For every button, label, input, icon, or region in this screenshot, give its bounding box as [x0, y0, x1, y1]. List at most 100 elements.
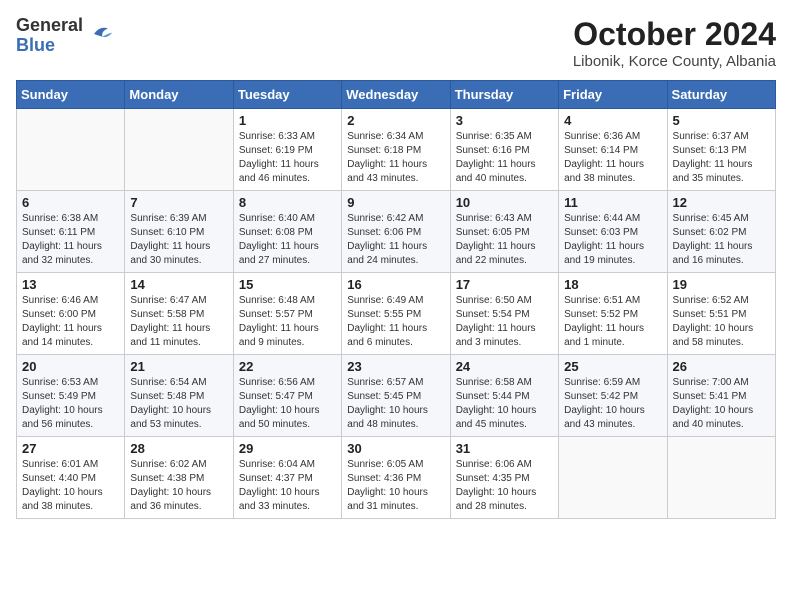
- cell-details: Sunrise: 6:46 AMSunset: 6:00 PMDaylight:…: [22, 294, 119, 350]
- cell-details: Sunrise: 6:48 AMSunset: 5:57 PMDaylight:…: [239, 294, 336, 350]
- cell-details: Sunrise: 6:59 AMSunset: 5:42 PMDaylight:…: [564, 376, 661, 432]
- calendar-cell: 1 Sunrise: 6:33 AMSunset: 6:19 PMDaylight…: [233, 109, 341, 191]
- day-number: 7: [130, 195, 227, 210]
- calendar-week-3: 13 Sunrise: 6:46 AMSunset: 6:00 PMDayligh…: [17, 273, 776, 355]
- calendar-cell: 2 Sunrise: 6:34 AMSunset: 6:18 PMDaylight…: [342, 109, 450, 191]
- calendar-cell: 11Sunrise: 6:44 AMSunset: 6:03 PMDayligh…: [559, 191, 667, 273]
- calendar-cell: 17 Sunrise: 6:50 AMSunset: 5:54 PMDayligh…: [450, 273, 558, 355]
- calendar-cell: 19 Sunrise: 6:52 AMSunset: 5:51 PMDayligh…: [667, 273, 775, 355]
- calendar-cell: 4 Sunrise: 6:36 AMSunset: 6:14 PMDaylight…: [559, 109, 667, 191]
- day-number: 18: [564, 277, 661, 292]
- cell-details: Sunrise: 6:52 AMSunset: 5:51 PMDaylight:…: [673, 294, 770, 350]
- calendar-week-4: 20Sunrise: 6:53 AMSunset: 5:49 PMDayligh…: [17, 355, 776, 437]
- day-number: 21: [130, 359, 227, 374]
- calendar-cell: 7Sunrise: 6:39 AMSunset: 6:10 PMDaylight…: [125, 191, 233, 273]
- day-number: 23: [347, 359, 444, 374]
- day-number: 16: [347, 277, 444, 292]
- weekday-header-friday: Friday: [559, 81, 667, 109]
- weekday-header-wednesday: Wednesday: [342, 81, 450, 109]
- weekday-header-sunday: Sunday: [17, 81, 125, 109]
- day-number: 20: [22, 359, 119, 374]
- calendar-cell: 14Sunrise: 6:47 AMSunset: 5:58 PMDayligh…: [125, 273, 233, 355]
- calendar-cell: 20Sunrise: 6:53 AMSunset: 5:49 PMDayligh…: [17, 355, 125, 437]
- calendar-cell: 18 Sunrise: 6:51 AMSunset: 5:52 PMDayligh…: [559, 273, 667, 355]
- cell-details: Sunrise: 6:51 AMSunset: 5:52 PMDaylight:…: [564, 294, 661, 350]
- page-subtitle: Libonik, Korce County, Albania: [573, 53, 776, 70]
- calendar-cell: 25Sunrise: 6:59 AMSunset: 5:42 PMDayligh…: [559, 355, 667, 437]
- calendar-cell: 16Sunrise: 6:49 AMSunset: 5:55 PMDayligh…: [342, 273, 450, 355]
- cell-details: Sunrise: 6:38 AMSunset: 6:11 PMDaylight:…: [22, 212, 119, 268]
- cell-details: Sunrise: 6:42 AMSunset: 6:06 PMDaylight:…: [347, 212, 444, 268]
- cell-details: Sunrise: 6:37 AMSunset: 6:13 PMDaylight:…: [673, 130, 770, 186]
- day-number: 8: [239, 195, 336, 210]
- day-number: 1: [239, 113, 336, 128]
- day-number: 17: [456, 277, 553, 292]
- weekday-header-monday: Monday: [125, 81, 233, 109]
- cell-details: Sunrise: 6:01 AMSunset: 4:40 PMDaylight:…: [22, 458, 119, 514]
- calendar-cell: [125, 109, 233, 191]
- day-number: 27: [22, 441, 119, 456]
- calendar-cell: 27 Sunrise: 6:01 AMSunset: 4:40 PMDayligh…: [17, 437, 125, 519]
- cell-details: Sunrise: 6:36 AMSunset: 6:14 PMDaylight:…: [564, 130, 661, 186]
- page: General Blue October 2024 Libonik, Korce…: [0, 0, 792, 535]
- calendar-cell: 26Sunrise: 7:00 AMSunset: 5:41 PMDayligh…: [667, 355, 775, 437]
- calendar-cell: 6 Sunrise: 6:38 AMSunset: 6:11 PMDaylight…: [17, 191, 125, 273]
- cell-details: Sunrise: 6:57 AMSunset: 5:45 PMDaylight:…: [347, 376, 444, 432]
- calendar-cell: 13 Sunrise: 6:46 AMSunset: 6:00 PMDayligh…: [17, 273, 125, 355]
- day-number: 19: [673, 277, 770, 292]
- logo-bird-icon: [87, 20, 115, 48]
- calendar-cell: 23 Sunrise: 6:57 AMSunset: 5:45 PMDayligh…: [342, 355, 450, 437]
- day-number: 9: [347, 195, 444, 210]
- calendar-cell: 8Sunrise: 6:40 AMSunset: 6:08 PMDaylight…: [233, 191, 341, 273]
- cell-details: Sunrise: 6:50 AMSunset: 5:54 PMDaylight:…: [456, 294, 553, 350]
- calendar-cell: 24Sunrise: 6:58 AMSunset: 5:44 PMDayligh…: [450, 355, 558, 437]
- cell-details: Sunrise: 6:05 AMSunset: 4:36 PMDaylight:…: [347, 458, 444, 514]
- cell-details: Sunrise: 6:35 AMSunset: 6:16 PMDaylight:…: [456, 130, 553, 186]
- calendar-cell: 21 Sunrise: 6:54 AMSunset: 5:48 PMDayligh…: [125, 355, 233, 437]
- day-number: 26: [673, 359, 770, 374]
- day-number: 28: [130, 441, 227, 456]
- cell-details: Sunrise: 6:34 AMSunset: 6:18 PMDaylight:…: [347, 130, 444, 186]
- day-number: 2: [347, 113, 444, 128]
- calendar-cell: 3Sunrise: 6:35 AMSunset: 6:16 PMDaylight…: [450, 109, 558, 191]
- day-number: 5: [673, 113, 770, 128]
- weekday-header-thursday: Thursday: [450, 81, 558, 109]
- calendar-cell: 31 Sunrise: 6:06 AMSunset: 4:35 PMDayligh…: [450, 437, 558, 519]
- calendar-body: 1 Sunrise: 6:33 AMSunset: 6:19 PMDaylight…: [17, 109, 776, 519]
- day-number: 4: [564, 113, 661, 128]
- cell-details: Sunrise: 6:56 AMSunset: 5:47 PMDaylight:…: [239, 376, 336, 432]
- calendar-cell: 15 Sunrise: 6:48 AMSunset: 5:57 PMDayligh…: [233, 273, 341, 355]
- day-number: 31: [456, 441, 553, 456]
- calendar-table: SundayMondayTuesdayWednesdayThursdayFrid…: [16, 80, 776, 519]
- day-number: 12: [673, 195, 770, 210]
- calendar-cell: 22 Sunrise: 6:56 AMSunset: 5:47 PMDayligh…: [233, 355, 341, 437]
- title-block: October 2024 Libonik, Korce County, Alba…: [573, 16, 776, 70]
- cell-details: Sunrise: 6:43 AMSunset: 6:05 PMDaylight:…: [456, 212, 553, 268]
- logo-blue: Blue: [16, 36, 83, 56]
- calendar-week-2: 6 Sunrise: 6:38 AMSunset: 6:11 PMDaylight…: [17, 191, 776, 273]
- day-number: 11: [564, 195, 661, 210]
- calendar-cell: [17, 109, 125, 191]
- day-number: 15: [239, 277, 336, 292]
- weekday-header-saturday: Saturday: [667, 81, 775, 109]
- day-number: 13: [22, 277, 119, 292]
- logo-general: General: [16, 16, 83, 36]
- cell-details: Sunrise: 6:02 AMSunset: 4:38 PMDaylight:…: [130, 458, 227, 514]
- logo-text: General Blue: [16, 16, 83, 56]
- day-number: 24: [456, 359, 553, 374]
- cell-details: Sunrise: 6:06 AMSunset: 4:35 PMDaylight:…: [456, 458, 553, 514]
- calendar-cell: 10Sunrise: 6:43 AMSunset: 6:05 PMDayligh…: [450, 191, 558, 273]
- calendar-week-5: 27 Sunrise: 6:01 AMSunset: 4:40 PMDayligh…: [17, 437, 776, 519]
- weekday-header-tuesday: Tuesday: [233, 81, 341, 109]
- cell-details: Sunrise: 6:33 AMSunset: 6:19 PMDaylight:…: [239, 130, 336, 186]
- calendar-cell: 5 Sunrise: 6:37 AMSunset: 6:13 PMDaylight…: [667, 109, 775, 191]
- day-number: 22: [239, 359, 336, 374]
- day-number: 30: [347, 441, 444, 456]
- cell-details: Sunrise: 6:54 AMSunset: 5:48 PMDaylight:…: [130, 376, 227, 432]
- header: General Blue October 2024 Libonik, Korce…: [16, 16, 776, 70]
- weekday-header-row: SundayMondayTuesdayWednesdayThursdayFrid…: [17, 81, 776, 109]
- day-number: 6: [22, 195, 119, 210]
- page-title: October 2024: [573, 16, 776, 53]
- calendar-cell: 9 Sunrise: 6:42 AMSunset: 6:06 PMDaylight…: [342, 191, 450, 273]
- calendar-cell: [667, 437, 775, 519]
